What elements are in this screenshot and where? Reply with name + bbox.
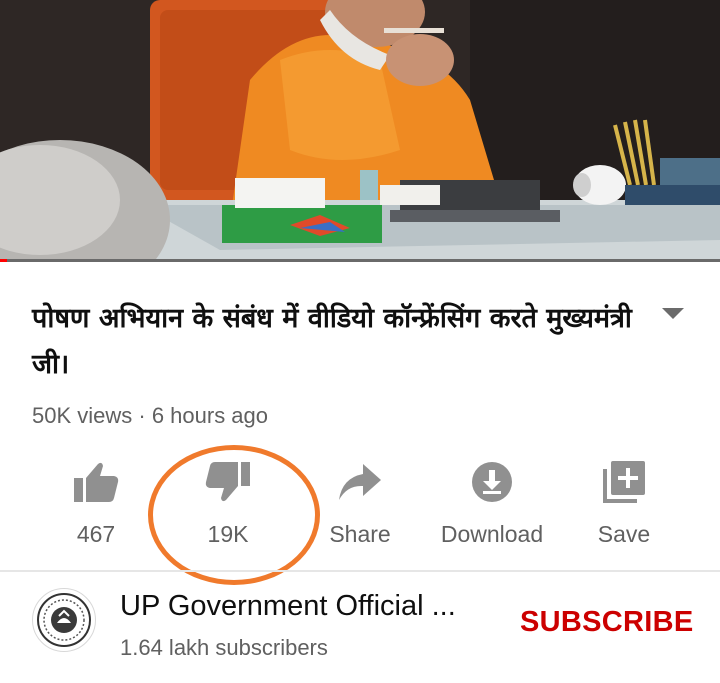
like-button[interactable]: 467 <box>26 456 166 548</box>
share-label: Share <box>329 521 391 547</box>
chevron-down-icon <box>662 308 684 319</box>
thumb-up-icon <box>74 462 119 502</box>
video-progress-bar[interactable] <box>0 259 720 262</box>
download-icon <box>472 462 512 502</box>
save-button[interactable]: Save <box>554 456 694 548</box>
dislike-count: 19K <box>207 521 249 547</box>
subscribe-button[interactable]: SUBSCRIBE <box>520 606 694 639</box>
up-government-emblem-icon <box>37 593 91 647</box>
share-icon <box>339 464 381 500</box>
video-meta: 50K views · 6 hours ago <box>32 403 269 428</box>
channel-avatar[interactable] <box>32 588 96 652</box>
video-title: पोषण अभियान के संबंध में वीडियो कॉन्फ्रे… <box>32 303 632 380</box>
channel-name[interactable]: UP Government Official ... <box>120 590 490 623</box>
video-progress-fill <box>0 259 8 262</box>
video-player[interactable] <box>0 0 720 262</box>
expand-description-button[interactable] <box>656 302 690 324</box>
divider <box>0 570 720 572</box>
playlist-add-icon <box>603 461 645 503</box>
download-button[interactable]: Download <box>422 456 562 548</box>
video-frame <box>0 0 720 262</box>
save-label: Save <box>597 521 651 547</box>
thumb-down-icon <box>205 462 250 502</box>
download-label: Download <box>440 521 544 547</box>
subscriber-count: 1.64 lakh subscribers <box>120 635 328 660</box>
dislike-button[interactable]: 19K <box>158 456 298 548</box>
share-button[interactable]: Share <box>290 456 430 548</box>
like-count: 467 <box>76 521 116 547</box>
